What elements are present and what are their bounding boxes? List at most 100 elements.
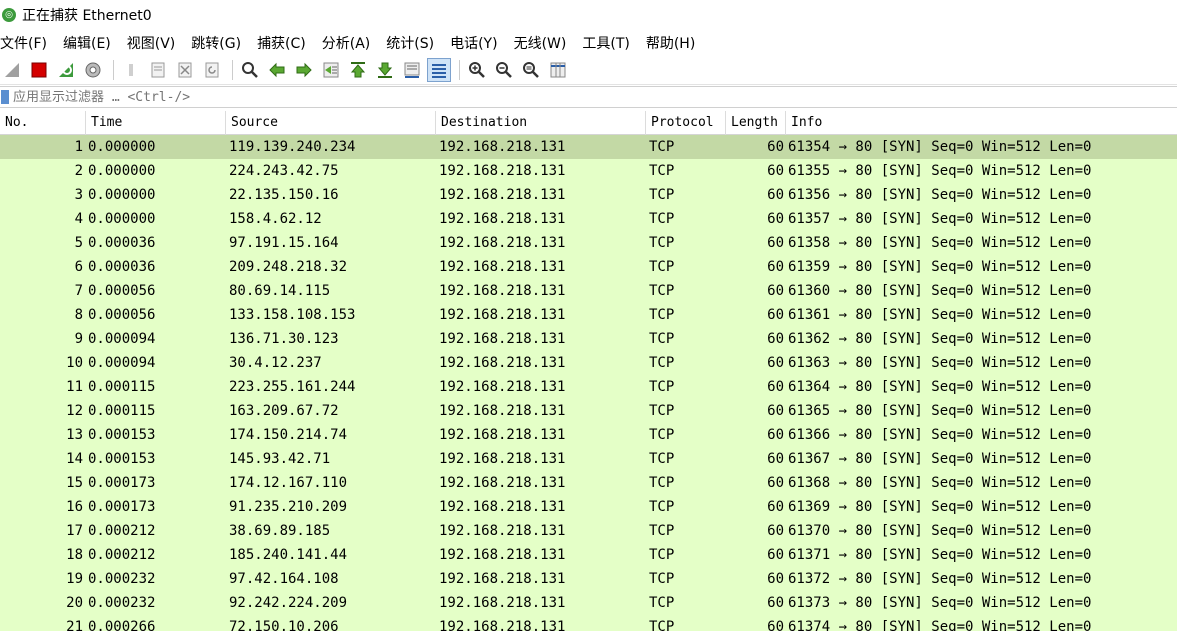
close-file-icon[interactable] [173,58,197,82]
packet-row[interactable]: 17 0.000212 38.69.89.185 192.168.218.131 TCP… [0,519,1177,543]
main-toolbar [0,56,1177,85]
open-file-icon[interactable] [119,58,143,82]
go-last-icon[interactable] [373,58,397,82]
bookmark-icon[interactable] [1,90,9,104]
start-capture-icon[interactable] [0,58,24,82]
go-to-packet-icon[interactable] [319,58,343,82]
menu-tools[interactable]: 工具(T) [582,33,637,53]
packet-time: 0.000000 [88,163,156,179]
zoom-in-icon[interactable] [465,58,489,82]
column-header-no[interactable]: No. [0,111,86,135]
packet-source: 209.248.218.32 [229,259,348,275]
menu-statistics[interactable]: 统计(S) [386,33,442,53]
column-header-info[interactable]: Info [786,111,1177,135]
packet-row[interactable]: 11 0.000115 223.255.161.244 192.168.218.131… [0,375,1177,399]
packet-row[interactable]: 6 0.000036 209.248.218.32 192.168.218.131 TC… [0,255,1177,279]
packet-row[interactable]: 19 0.000232 97.42.164.108 192.168.218.131 TC… [0,567,1177,591]
packet-info: 61358 → 80 [SYN] Seq=0 Win=512 Len=0 [788,235,1092,251]
go-back-icon[interactable] [265,58,289,82]
menu-view[interactable]: 视图(V) [127,33,184,53]
packet-destination: 192.168.218.131 [439,259,566,275]
packet-length: 60 [767,403,784,419]
go-forward-icon[interactable] [292,58,316,82]
packet-list: 1 0.000000 119.139.240.234 192.168.218.131 T… [0,135,1177,631]
packet-row[interactable]: 21 0.000266 72.150.10.206 192.168.218.131 TC… [0,615,1177,631]
packet-row[interactable]: 14 0.000153 145.93.42.71 192.168.218.131 TCP… [0,447,1177,471]
packet-row[interactable]: 7 0.000056 80.69.14.115 192.168.218.131 TCP 6… [0,279,1177,303]
packet-length: 60 [767,619,784,631]
packet-destination: 192.168.218.131 [439,499,566,515]
menu-go[interactable]: 跳转(G) [191,33,249,53]
packet-time: 0.000212 [88,547,156,563]
autoscroll-icon[interactable] [400,58,424,82]
packet-number: 5 [74,235,83,251]
menu-wireless[interactable]: 无线(W) [514,33,575,53]
packet-protocol: TCP [649,283,675,299]
packet-row[interactable]: 3 0.000000 22.135.150.16 192.168.218.131 TCP… [0,183,1177,207]
packet-length: 60 [767,331,784,347]
packet-row[interactable]: 10 0.000094 30.4.12.237 192.168.218.131 TCP 6… [0,351,1177,375]
display-filter-input[interactable] [13,87,1177,107]
column-header-length[interactable]: Length [726,111,786,135]
packet-source: 163.209.67.72 [229,403,339,419]
menu-analyze[interactable]: 分析(A) [322,33,379,53]
packet-row[interactable]: 16 0.000173 91.235.210.209 192.168.218.131 T… [0,495,1177,519]
packet-protocol: TCP [649,187,675,203]
stop-capture-icon[interactable] [27,58,51,82]
packet-time: 0.000056 [88,307,156,323]
packet-number: 21 [66,619,83,631]
menu-edit[interactable]: 编辑(E) [63,33,119,53]
packet-destination: 192.168.218.131 [439,595,566,611]
packet-length: 60 [767,307,784,323]
packet-row[interactable]: 12 0.000115 163.209.67.72 192.168.218.131 TC… [0,399,1177,423]
packet-source: 145.93.42.71 [229,451,331,467]
packet-row[interactable]: 1 0.000000 119.139.240.234 192.168.218.131 T… [0,135,1177,159]
go-first-icon[interactable] [346,58,370,82]
packet-time: 0.000036 [88,235,156,251]
packet-row[interactable]: 5 0.000036 97.191.15.164 192.168.218.131 TCP… [0,231,1177,255]
packet-protocol: TCP [649,523,675,539]
column-header-time[interactable]: Time [86,111,226,135]
packet-number: 17 [66,523,83,539]
reload-file-icon[interactable] [200,58,224,82]
toolbar-separator [459,60,460,80]
packet-number: 19 [66,571,83,587]
packet-source: 158.4.62.12 [229,211,322,227]
menu-file[interactable]: 文件(F) [0,33,55,53]
zoom-normal-icon[interactable] [519,58,543,82]
window-title: 正在捕获 Ethernet0 [22,8,152,24]
resize-columns-icon[interactable] [546,58,570,82]
colorize-icon[interactable] [427,58,451,82]
menu-telephony[interactable]: 电话(Y) [450,33,505,53]
column-header-protocol[interactable]: Protocol [646,111,726,135]
capture-options-icon[interactable] [81,58,105,82]
packet-row[interactable]: 18 0.000212 185.240.141.44 192.168.218.131 T… [0,543,1177,567]
packet-number: 4 [74,211,83,227]
packet-row[interactable]: 15 0.000173 174.12.167.110 192.168.218.131 T… [0,471,1177,495]
column-header-source[interactable]: Source [226,111,436,135]
menu-capture[interactable]: 捕获(C) [257,33,314,53]
packet-row[interactable]: 13 0.000153 174.150.214.74 192.168.218.131 T… [0,423,1177,447]
packet-protocol: TCP [649,307,675,323]
zoom-out-icon[interactable] [492,58,516,82]
packet-row[interactable]: 4 0.000000 158.4.62.12 192.168.218.131 TCP 60… [0,207,1177,231]
packet-length: 60 [767,547,784,563]
packet-row[interactable]: 8 0.000056 133.158.108.153 192.168.218.131 T… [0,303,1177,327]
packet-info: 61374 → 80 [SYN] Seq=0 Win=512 Len=0 [788,619,1092,631]
packet-source: 133.158.108.153 [229,307,356,323]
save-file-icon[interactable] [146,58,170,82]
column-header-destination[interactable]: Destination [436,111,646,135]
menu-help[interactable]: 帮助(H) [646,33,703,53]
packet-row[interactable]: 20 0.000232 92.242.224.209 192.168.218.131 T… [0,591,1177,615]
toolbar-separator [113,60,114,80]
packet-info: 61359 → 80 [SYN] Seq=0 Win=512 Len=0 [788,259,1092,275]
packet-source: 72.150.10.206 [229,619,339,631]
menu-bar: 文件(F) 编辑(E) 视图(V) 跳转(G) 捕获(C) 分析(A) 统计(S… [0,30,1177,55]
restart-capture-icon[interactable] [54,58,78,82]
packet-number: 13 [66,427,83,443]
find-packet-icon[interactable] [238,58,262,82]
packet-number: 6 [74,259,83,275]
packet-length: 60 [767,427,784,443]
packet-row[interactable]: 9 0.000094 136.71.30.123 192.168.218.131 TCP… [0,327,1177,351]
packet-row[interactable]: 2 0.000000 224.243.42.75 192.168.218.131 TCP… [0,159,1177,183]
